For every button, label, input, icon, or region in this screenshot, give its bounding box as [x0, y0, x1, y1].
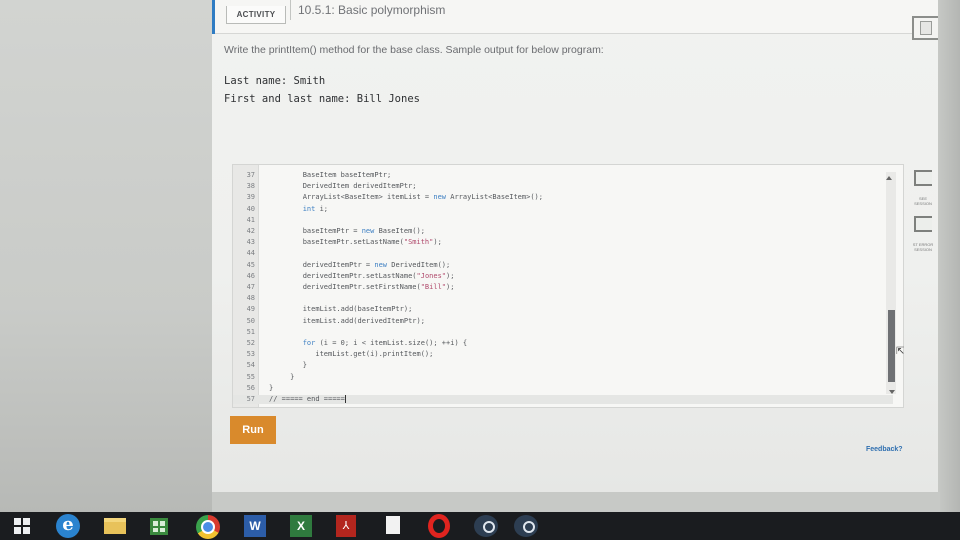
- line-number: 38: [246, 182, 255, 191]
- line-number: 43: [246, 238, 255, 247]
- line-number: 52: [246, 339, 255, 347]
- scroll-down-arrow-icon[interactable]: [889, 390, 895, 394]
- side-label: SEE SESSION: [914, 196, 932, 206]
- right-background: [938, 0, 960, 512]
- line-number: 48: [246, 294, 255, 303]
- code-text: baseItemPtr.setLastName("Smith");: [269, 238, 442, 247]
- code-line[interactable]: 41: [233, 216, 893, 225]
- code-text: for (i = 0; i < itemList.size(); ++i) {: [302, 339, 468, 347]
- code-text: derivedItemPtr.setLastName("Jones");: [269, 271, 455, 280]
- side-panel-toggle-icon[interactable]: [914, 170, 932, 186]
- activity-panel: ACTIVITY 10.5.1: Basic polymorphism Writ…: [212, 0, 938, 492]
- line-number: 44: [246, 249, 255, 258]
- code-text: }: [269, 372, 295, 381]
- code-line[interactable]: 40 int i;: [233, 205, 893, 214]
- code-text: BaseItem baseItemPtr;: [269, 171, 392, 179]
- chrome-icon[interactable]: [196, 515, 220, 539]
- line-number: 37: [246, 171, 255, 179]
- bookmark-icon[interactable]: [912, 16, 938, 40]
- line-number: 53: [246, 350, 255, 359]
- sample-output-line: Last name: Smith: [224, 75, 326, 87]
- code-line[interactable]: 57 // ===== end =====: [233, 395, 893, 404]
- code-text: DerivedItem derivedItemPtr;: [269, 182, 417, 191]
- code-line[interactable]: 44: [233, 249, 893, 258]
- sample-output-line: First and last name: Bill Jones: [224, 93, 420, 105]
- document-icon[interactable]: [386, 516, 400, 534]
- code-text: }: [269, 361, 307, 370]
- side-label: ST ERROR SESSION: [912, 242, 934, 252]
- code-line[interactable]: 56}: [233, 384, 893, 393]
- code-line[interactable]: 49 itemList.add(baseItemPtr);: [233, 305, 893, 314]
- header-accent-bar: [212, 0, 215, 34]
- mouse-cursor-icon: ⇱: [896, 346, 905, 357]
- line-number: 57: [246, 395, 255, 403]
- code-line[interactable]: 37 BaseItem baseItemPtr;: [233, 171, 893, 180]
- instructions-text: Write the printItem() method for the bas…: [224, 44, 604, 56]
- code-text: itemList.get(i).printItem();: [269, 350, 434, 359]
- opera-icon[interactable]: [428, 514, 450, 538]
- code-line[interactable]: 54 }: [233, 361, 893, 370]
- line-number: 46: [246, 271, 255, 280]
- line-number: 50: [246, 316, 255, 325]
- code-line[interactable]: 55 }: [233, 373, 893, 382]
- code-line[interactable]: 43 baseItemPtr.setLastName("Smith");: [233, 238, 893, 247]
- editor-scrollbar-thumb[interactable]: [888, 310, 895, 382]
- line-number: 47: [246, 283, 255, 291]
- activity-tag: ACTIVITY: [226, 6, 286, 24]
- code-text: derivedItemPtr.setFirstName("Bill");: [269, 283, 455, 291]
- line-number: 55: [246, 372, 255, 381]
- code-line[interactable]: 50 itemList.add(derivedItemPtr);: [233, 317, 893, 326]
- steam-icon[interactable]: [514, 515, 538, 537]
- acrobat-icon[interactable]: ⅄: [336, 515, 356, 537]
- sample-output: Last name: Smith First and last name: Bi…: [224, 72, 420, 108]
- file-explorer-icon[interactable]: [104, 518, 126, 534]
- code-text: baseItemPtr = new BaseItem();: [269, 227, 425, 235]
- code-line[interactable]: 52 for (i = 0; i < itemList.size(); ++i)…: [233, 339, 893, 348]
- store-icon[interactable]: [150, 518, 168, 535]
- code-line[interactable]: 48: [233, 294, 893, 303]
- code-text: derivedItemPtr = new DerivedItem();: [269, 260, 451, 269]
- code-text: }: [269, 383, 274, 392]
- text-cursor: [344, 395, 346, 403]
- code-line[interactable]: 53 itemList.get(i).printItem();: [233, 350, 893, 359]
- scroll-up-arrow-icon[interactable]: [886, 176, 892, 180]
- line-number: 51: [246, 327, 255, 336]
- code-editor[interactable]: 37 BaseItem baseItemPtr; 38 DerivedItem d…: [232, 164, 904, 408]
- line-number: 40: [246, 204, 255, 213]
- code-text: // ===== end =====: [269, 395, 346, 403]
- word-icon[interactable]: W: [244, 515, 266, 537]
- code-text: itemList.add(baseItemPtr);: [269, 305, 413, 314]
- code-line[interactable]: 51: [233, 328, 893, 337]
- code-text: ArrayList<BaseItem> itemList = new Array…: [269, 193, 543, 202]
- left-background: [0, 0, 212, 512]
- code-text: int i;: [302, 204, 329, 213]
- code-line[interactable]: 46 derivedItemPtr.setLastName("Jones");: [233, 272, 893, 281]
- bottom-background: [212, 492, 940, 512]
- code-line[interactable]: 39 ArrayList<BaseItem> itemList = new Ar…: [233, 193, 893, 202]
- activity-title: 10.5.1: Basic polymorphism: [298, 3, 446, 17]
- code-line[interactable]: 42 baseItemPtr = new BaseItem();: [233, 227, 893, 236]
- code-text: itemList.add(derivedItemPtr);: [269, 316, 425, 325]
- line-number: 56: [246, 383, 255, 392]
- activity-header: ACTIVITY 10.5.1: Basic polymorphism: [212, 0, 938, 34]
- header-divider: [290, 0, 291, 20]
- steam-icon[interactable]: [474, 515, 498, 537]
- internet-explorer-icon[interactable]: e: [56, 514, 80, 538]
- line-number: 41: [246, 215, 255, 224]
- side-panel-toggle-icon[interactable]: [914, 216, 932, 232]
- excel-icon[interactable]: X: [290, 515, 312, 537]
- run-button[interactable]: Run: [230, 416, 276, 444]
- line-number: 49: [246, 305, 255, 314]
- line-number: 54: [246, 361, 255, 370]
- code-line[interactable]: 38 DerivedItem derivedItemPtr;: [233, 182, 893, 191]
- code-line[interactable]: 47 derivedItemPtr.setFirstName("Bill");: [233, 283, 893, 292]
- code-line[interactable]: 45 derivedItemPtr = new DerivedItem();: [233, 261, 893, 270]
- line-number: 42: [246, 227, 255, 235]
- windows-start-icon[interactable]: [14, 518, 30, 534]
- feedback-link[interactable]: Feedback?: [866, 446, 903, 453]
- line-number: 45: [246, 260, 255, 269]
- line-number: 39: [246, 193, 255, 202]
